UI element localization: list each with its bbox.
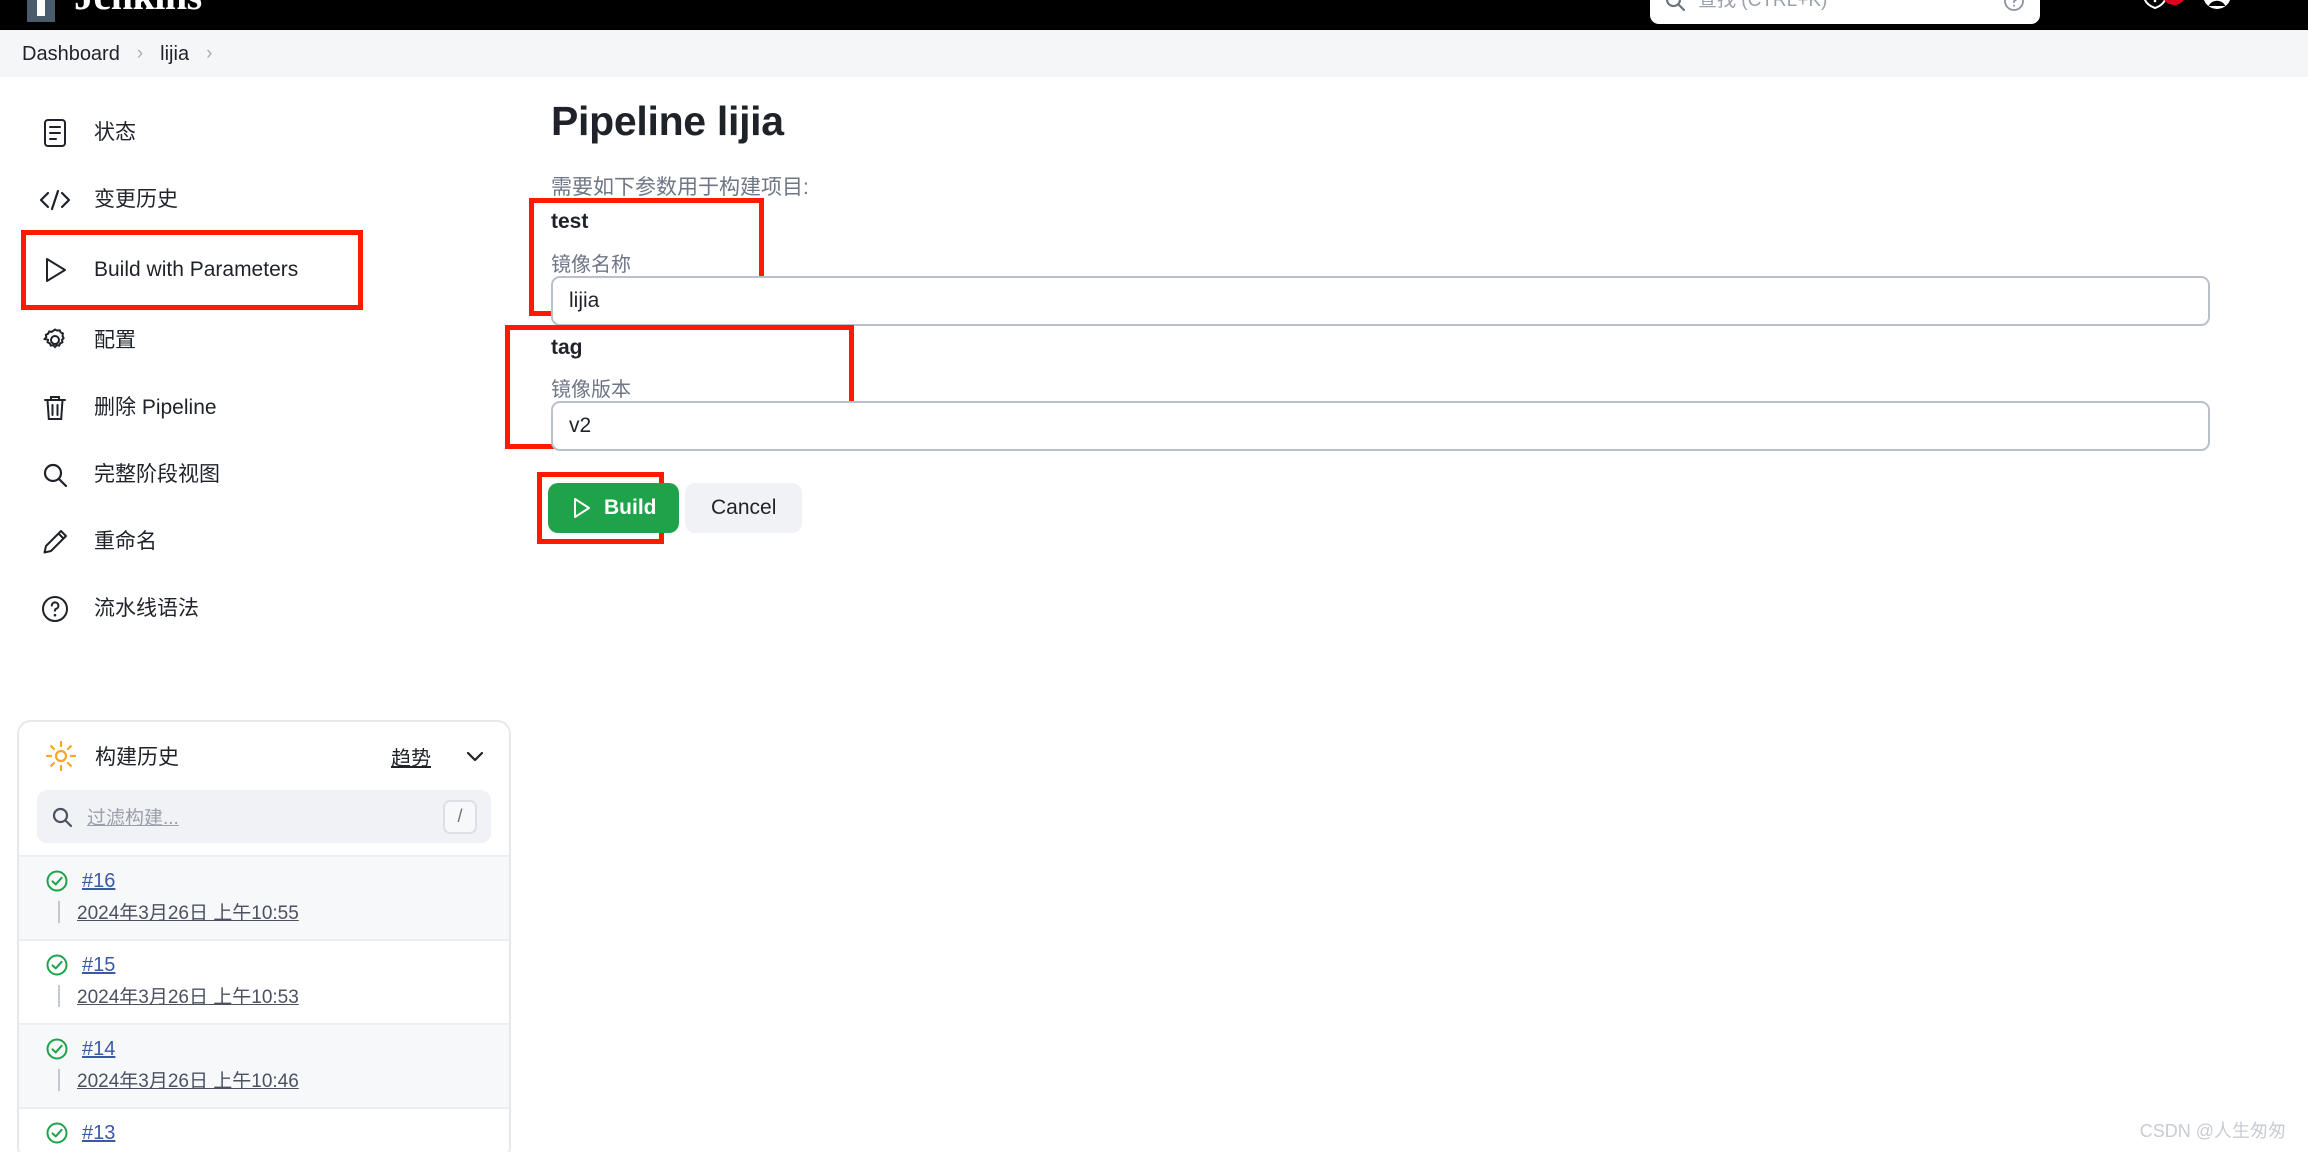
main-content: Pipeline lijia 需要如下参数用于构建项目: test 镜像名称 l… <box>505 77 2308 1152</box>
search-icon <box>38 458 72 492</box>
check-circle-icon <box>45 869 69 893</box>
gear-icon <box>38 324 72 358</box>
question-circle-icon <box>38 592 72 626</box>
play-icon <box>38 253 72 287</box>
list-item[interactable]: #13 <box>19 1107 509 1152</box>
sidebar: 状态 变更历史 Build with Parameters 配置 删除 Pipe… <box>0 77 512 1152</box>
build-history-title: 构建历史 <box>95 746 179 769</box>
trash-icon <box>38 391 72 425</box>
chevron-right-icon: › <box>136 42 144 64</box>
jenkins-brand[interactable]: Jenkins <box>18 0 202 22</box>
check-circle-icon <box>45 1037 69 1061</box>
breadcrumb-item-dashboard[interactable]: Dashboard <box>22 42 120 66</box>
parameter-description: 镜像名称 <box>551 254 631 276</box>
build-date-link[interactable]: 2024年3月26日 上午10:46 <box>77 1066 299 1093</box>
build-number-link[interactable]: #14 <box>82 1038 115 1061</box>
code-icon <box>38 183 72 217</box>
top-header-bar: Jenkins 查找 (CTRL+K) 1 <box>0 0 2308 30</box>
filter-shortcut-badge: / <box>443 799 477 834</box>
timeline-bar <box>58 984 60 1007</box>
sidebar-item-label: 重命名 <box>94 529 157 553</box>
sidebar-item-build-with-parameters[interactable]: Build with Parameters <box>21 230 363 310</box>
pencil-icon <box>38 525 72 559</box>
build-number-link[interactable]: #16 <box>82 870 115 893</box>
user-name-label: ad <box>2240 0 2261 6</box>
parameter-name: test <box>551 210 589 233</box>
breadcrumb: Dashboard › lijia › <box>0 30 2308 77</box>
parameter-input-test[interactable]: lijia <box>551 276 2210 326</box>
sidebar-item-delete-pipeline[interactable]: 删除 Pipeline <box>0 374 512 441</box>
global-search-box[interactable]: 查找 (CTRL+K) <box>1650 0 2040 24</box>
list-item[interactable]: #15 2024年3月26日 上午10:53 <box>19 939 509 1023</box>
cancel-button-label: Cancel <box>711 496 777 519</box>
sidebar-item-status[interactable]: 状态 <box>0 99 512 166</box>
timeline-bar <box>58 900 60 923</box>
sidebar-item-label: 状态 <box>94 120 136 144</box>
build-filter-input[interactable]: 过滤构建... <box>87 803 429 830</box>
list-item[interactable]: #14 2024年3月26日 上午10:46 <box>19 1023 509 1107</box>
parameter-input-tag[interactable]: v2 <box>551 401 2210 451</box>
user-menu[interactable]: ad <box>2202 0 2261 10</box>
sidebar-nav: 状态 变更历史 Build with Parameters 配置 删除 Pipe… <box>0 99 512 642</box>
build-filter-box[interactable]: 过滤构建... / <box>37 790 491 843</box>
build-number-link[interactable]: #13 <box>82 1122 115 1145</box>
sidebar-item-full-stage-view[interactable]: 完整阶段视图 <box>0 441 512 508</box>
parameter-description: 镜像版本 <box>551 379 631 401</box>
sidebar-item-pipeline-syntax[interactable]: 流水线语法 <box>0 575 512 642</box>
build-history-header: 构建历史 趋势 <box>19 722 509 790</box>
shield-icon[interactable]: 1 <box>2140 0 2186 10</box>
search-icon <box>51 806 73 828</box>
sidebar-item-label: 配置 <box>94 328 136 352</box>
sidebar-item-label: 完整阶段视图 <box>94 462 220 486</box>
build-number-link[interactable]: #15 <box>82 954 115 977</box>
page-body: 状态 变更历史 Build with Parameters 配置 删除 Pipe… <box>0 77 2308 1152</box>
jenkins-butler-logo-icon <box>18 0 64 22</box>
search-input[interactable]: 查找 (CTRL+K) <box>1698 0 1990 13</box>
chevron-right-icon: › <box>206 42 213 64</box>
check-circle-icon <box>45 953 69 977</box>
sidebar-item-label: Build with Parameters <box>94 258 299 281</box>
build-date-link[interactable]: 2024年3月26日 上午10:53 <box>77 982 299 1009</box>
parameter-name: tag <box>551 336 583 359</box>
list-item[interactable]: #16 2024年3月26日 上午10:55 <box>19 855 509 939</box>
check-circle-icon <box>45 1121 69 1145</box>
document-icon <box>38 116 72 150</box>
cancel-button[interactable]: Cancel <box>685 483 803 533</box>
user-avatar-icon <box>2202 0 2232 10</box>
sidebar-item-configure[interactable]: 配置 <box>0 307 512 374</box>
sidebar-item-changes[interactable]: 变更历史 <box>0 166 512 233</box>
build-history-panel: 构建历史 趋势 过滤构建... / #16 2024年3月26日 上午10:55… <box>17 720 511 1152</box>
sidebar-item-label: 流水线语法 <box>94 596 199 620</box>
chevron-down-icon[interactable] <box>463 744 487 768</box>
sidebar-item-label: 变更历史 <box>94 187 178 211</box>
brand-label: Jenkins <box>74 0 202 22</box>
parameters-intro-text: 需要如下参数用于构建项目: <box>551 176 809 199</box>
play-icon <box>570 496 592 520</box>
trend-link[interactable]: 趋势 <box>391 742 431 771</box>
timeline-bar <box>58 1068 60 1091</box>
header-actions: 1 ad <box>2140 0 2261 10</box>
sidebar-item-rename[interactable]: 重命名 <box>0 508 512 575</box>
page-title: Pipeline lijia <box>551 98 784 144</box>
watermark: CSDN @人生匆匆 <box>2139 1121 2286 1141</box>
breadcrumb-item-lijia[interactable]: lijia <box>160 42 189 66</box>
weather-sun-icon <box>45 740 77 772</box>
build-button[interactable]: Build <box>548 483 679 533</box>
sidebar-item-label: 删除 Pipeline <box>94 395 217 419</box>
build-date-link[interactable]: 2024年3月26日 上午10:55 <box>77 898 299 925</box>
search-icon <box>1664 0 1686 12</box>
help-circle-icon[interactable] <box>2002 0 2026 13</box>
build-button-label: Build <box>604 496 657 519</box>
